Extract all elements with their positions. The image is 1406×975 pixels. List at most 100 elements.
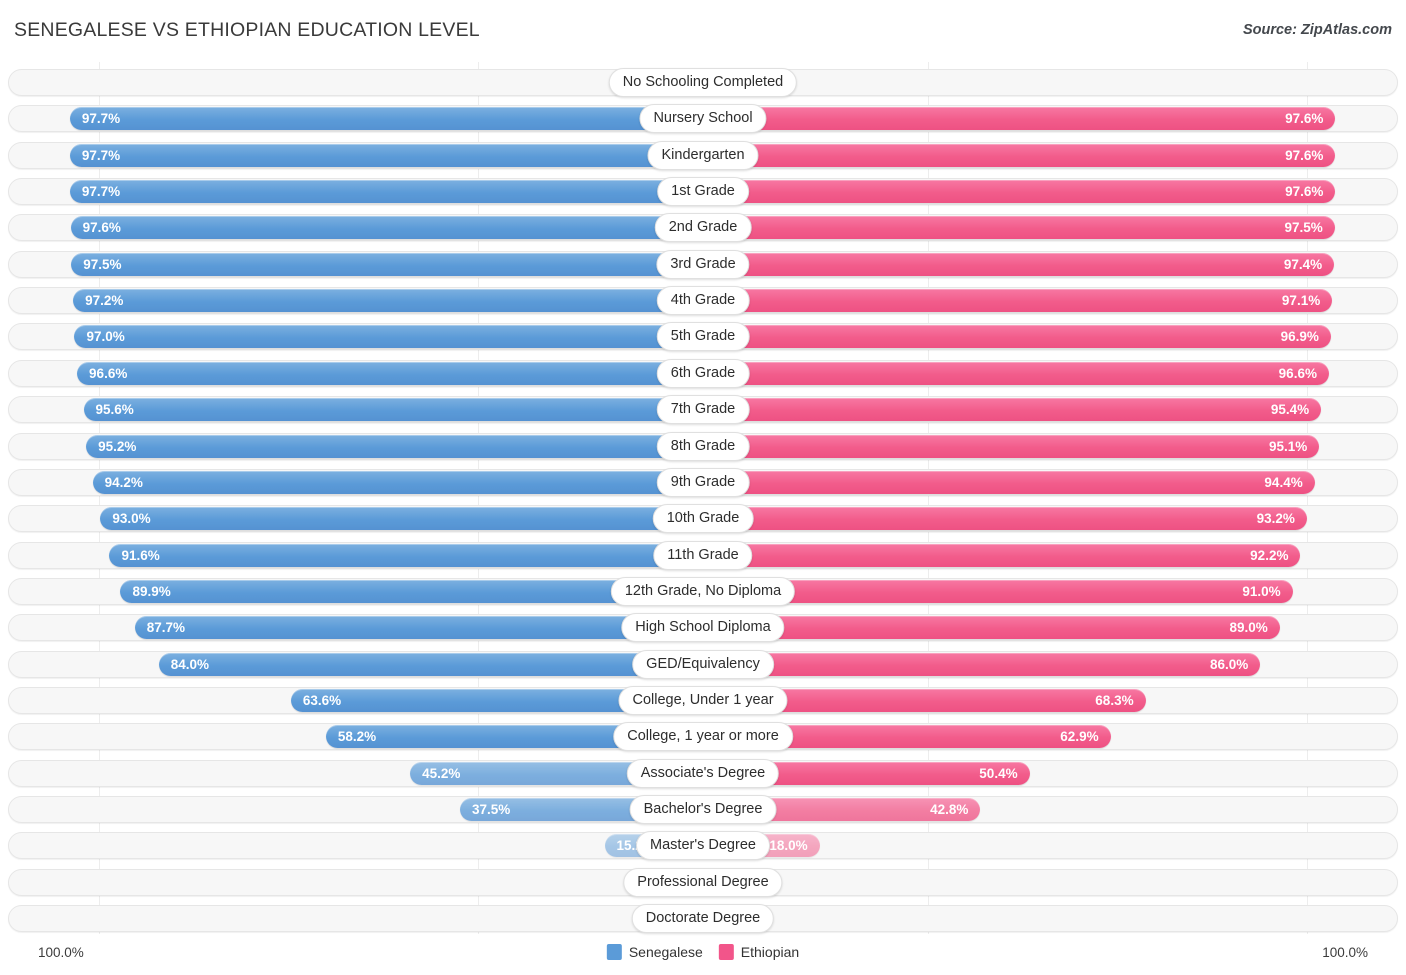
ethiopian-half: 95.4% bbox=[703, 396, 1398, 423]
ethiopian-bar[interactable] bbox=[703, 507, 1307, 531]
source-attribution: Source: ZipAtlas.com bbox=[1242, 22, 1392, 38]
ethiopian-value: 96.6% bbox=[1278, 365, 1317, 381]
senegalese-bar[interactable] bbox=[69, 143, 703, 167]
ethiopian-bar[interactable] bbox=[703, 325, 1331, 349]
ethiopian-bar[interactable] bbox=[703, 252, 1335, 276]
chart-row: 97.2% 97.1% 4th Grade bbox=[8, 285, 1398, 316]
senegalese-bar[interactable] bbox=[134, 616, 703, 640]
ethiopian-half: 97.5% bbox=[703, 214, 1398, 241]
ethiopian-bar[interactable] bbox=[703, 107, 1336, 131]
senegalese-half: 94.2% bbox=[8, 469, 703, 496]
ethiopian-half: 42.8% bbox=[703, 796, 1398, 823]
chart-row: 95.6% 95.4% 7th Grade bbox=[8, 394, 1398, 425]
ethiopian-bar[interactable] bbox=[703, 398, 1322, 422]
chart-row: 45.2% 50.4% Associate's Degree bbox=[8, 758, 1398, 789]
senegalese-value: 84.0% bbox=[170, 656, 209, 672]
ethiopian-value: 68.3% bbox=[1095, 692, 1134, 708]
ethiopian-bar[interactable] bbox=[703, 652, 1261, 676]
senegalese-half: 97.7% bbox=[8, 105, 703, 132]
chart-row: 2.0%2.3%Doctorate Degree bbox=[8, 903, 1398, 934]
chart-row: 95.2% 95.1% 8th Grade bbox=[8, 431, 1398, 462]
ethiopian-half: 97.6% bbox=[703, 178, 1398, 205]
ethiopian-half: 96.9% bbox=[703, 323, 1398, 350]
ethiopian-bar[interactable] bbox=[703, 143, 1336, 167]
ethiopian-half: 86.0% bbox=[703, 651, 1398, 678]
legend-item-ethiopian[interactable]: Ethiopian bbox=[718, 944, 800, 960]
ethiopian-half: 62.9% bbox=[703, 723, 1398, 750]
legend-item-senegalese[interactable]: Senegalese bbox=[606, 944, 703, 960]
chart-row: 84.0% 86.0% GED/Equivalency bbox=[8, 649, 1398, 680]
ethiopian-value: 95.4% bbox=[1270, 402, 1310, 418]
senegalese-value: 58.2% bbox=[337, 729, 377, 745]
senegalese-half: 97.5% bbox=[8, 251, 703, 278]
ethiopian-bar[interactable] bbox=[703, 289, 1333, 313]
senegalese-bar[interactable] bbox=[92, 470, 703, 494]
senegalese-bar[interactable] bbox=[109, 543, 703, 567]
senegalese-bar[interactable] bbox=[73, 289, 703, 313]
ethiopian-value: 97.6% bbox=[1285, 184, 1324, 200]
ethiopian-bar[interactable] bbox=[703, 180, 1336, 204]
ethiopian-bar[interactable] bbox=[703, 216, 1335, 240]
senegalese-half: 97.2% bbox=[8, 287, 703, 314]
senegalese-half: 97.0% bbox=[8, 323, 703, 350]
senegalese-bar[interactable] bbox=[86, 434, 703, 458]
ethiopian-half: 93.2% bbox=[703, 505, 1398, 532]
senegalese-bar[interactable] bbox=[69, 180, 703, 204]
senegalese-half: 93.0% bbox=[8, 505, 703, 532]
senegalese-value: 63.6% bbox=[302, 692, 342, 708]
category-label: Doctorate Degree bbox=[631, 904, 775, 934]
senegalese-bar[interactable] bbox=[70, 216, 703, 240]
senegalese-half: 45.2% bbox=[8, 760, 703, 787]
chart-page: SENEGALESE VS ETHIOPIAN EDUCATION LEVEL … bbox=[0, 0, 1406, 975]
senegalese-value: 97.7% bbox=[81, 147, 121, 163]
ethiopian-bar[interactable] bbox=[703, 434, 1320, 458]
ethiopian-half: 91.0% bbox=[703, 578, 1398, 605]
category-label: 12th Grade, No Diploma bbox=[610, 576, 796, 606]
ethiopian-bar[interactable] bbox=[703, 470, 1315, 494]
ethiopian-bar[interactable] bbox=[703, 543, 1301, 567]
senegalese-half: 97.7% bbox=[8, 178, 703, 205]
senegalese-value: 97.7% bbox=[81, 111, 121, 127]
ethiopian-value: 91.0% bbox=[1242, 583, 1281, 599]
category-label: 4th Grade bbox=[656, 286, 750, 316]
legend-label-ethiopian: Ethiopian bbox=[740, 944, 800, 960]
senegalese-bar[interactable] bbox=[71, 252, 703, 276]
category-label: High School Diploma bbox=[621, 613, 785, 643]
chart-row: 15.2% 18.0%Master's Degree bbox=[8, 830, 1398, 861]
page-title: SENEGALESE VS ETHIOPIAN EDUCATION LEVEL bbox=[14, 19, 480, 41]
senegalese-bar[interactable] bbox=[77, 361, 703, 385]
senegalese-bar[interactable] bbox=[158, 652, 703, 676]
senegalese-value: 87.7% bbox=[146, 620, 185, 636]
category-label: 9th Grade bbox=[656, 467, 750, 497]
ethiopian-bar[interactable] bbox=[703, 361, 1329, 385]
ethiopian-value: 95.1% bbox=[1268, 438, 1308, 454]
ethiopian-value: 96.9% bbox=[1280, 329, 1319, 345]
senegalese-bar[interactable] bbox=[83, 398, 703, 422]
chart-row: 94.2% 94.4% 9th Grade bbox=[8, 467, 1398, 498]
ethiopian-half: 97.4% bbox=[703, 251, 1398, 278]
senegalese-value: 91.6% bbox=[121, 547, 160, 563]
chart-row: 37.5% 42.8% Bachelor's Degree bbox=[8, 794, 1398, 825]
ethiopian-value: 97.6% bbox=[1285, 111, 1324, 127]
senegalese-bar[interactable] bbox=[100, 507, 703, 531]
ethiopian-value: 97.1% bbox=[1281, 293, 1321, 309]
senegalese-half: 4.6% bbox=[8, 869, 703, 896]
senegalese-bar[interactable] bbox=[69, 107, 703, 131]
axis-max-left: 100.0% bbox=[38, 945, 84, 960]
senegalese-half: 63.6% bbox=[8, 687, 703, 714]
ethiopian-half: 2.4% bbox=[703, 69, 1398, 96]
category-label: GED/Equivalency bbox=[632, 649, 774, 679]
category-label: 1st Grade bbox=[657, 177, 749, 207]
category-label: College, 1 year or more bbox=[613, 722, 793, 752]
ethiopian-bar[interactable] bbox=[703, 616, 1280, 640]
ethiopian-half: 89.0% bbox=[703, 614, 1398, 641]
chart-row: 96.6% 96.6% 6th Grade bbox=[8, 358, 1398, 389]
category-label: 6th Grade bbox=[656, 358, 750, 388]
category-label: College, Under 1 year bbox=[618, 685, 788, 715]
senegalese-value: 89.9% bbox=[132, 583, 171, 599]
senegalese-bar[interactable] bbox=[74, 325, 703, 349]
category-label: Kindergarten bbox=[647, 140, 759, 170]
category-label: Bachelor's Degree bbox=[629, 795, 777, 824]
chart-row: 58.2% 62.9% College, 1 year or more bbox=[8, 721, 1398, 752]
senegalese-value: 97.2% bbox=[85, 293, 124, 309]
